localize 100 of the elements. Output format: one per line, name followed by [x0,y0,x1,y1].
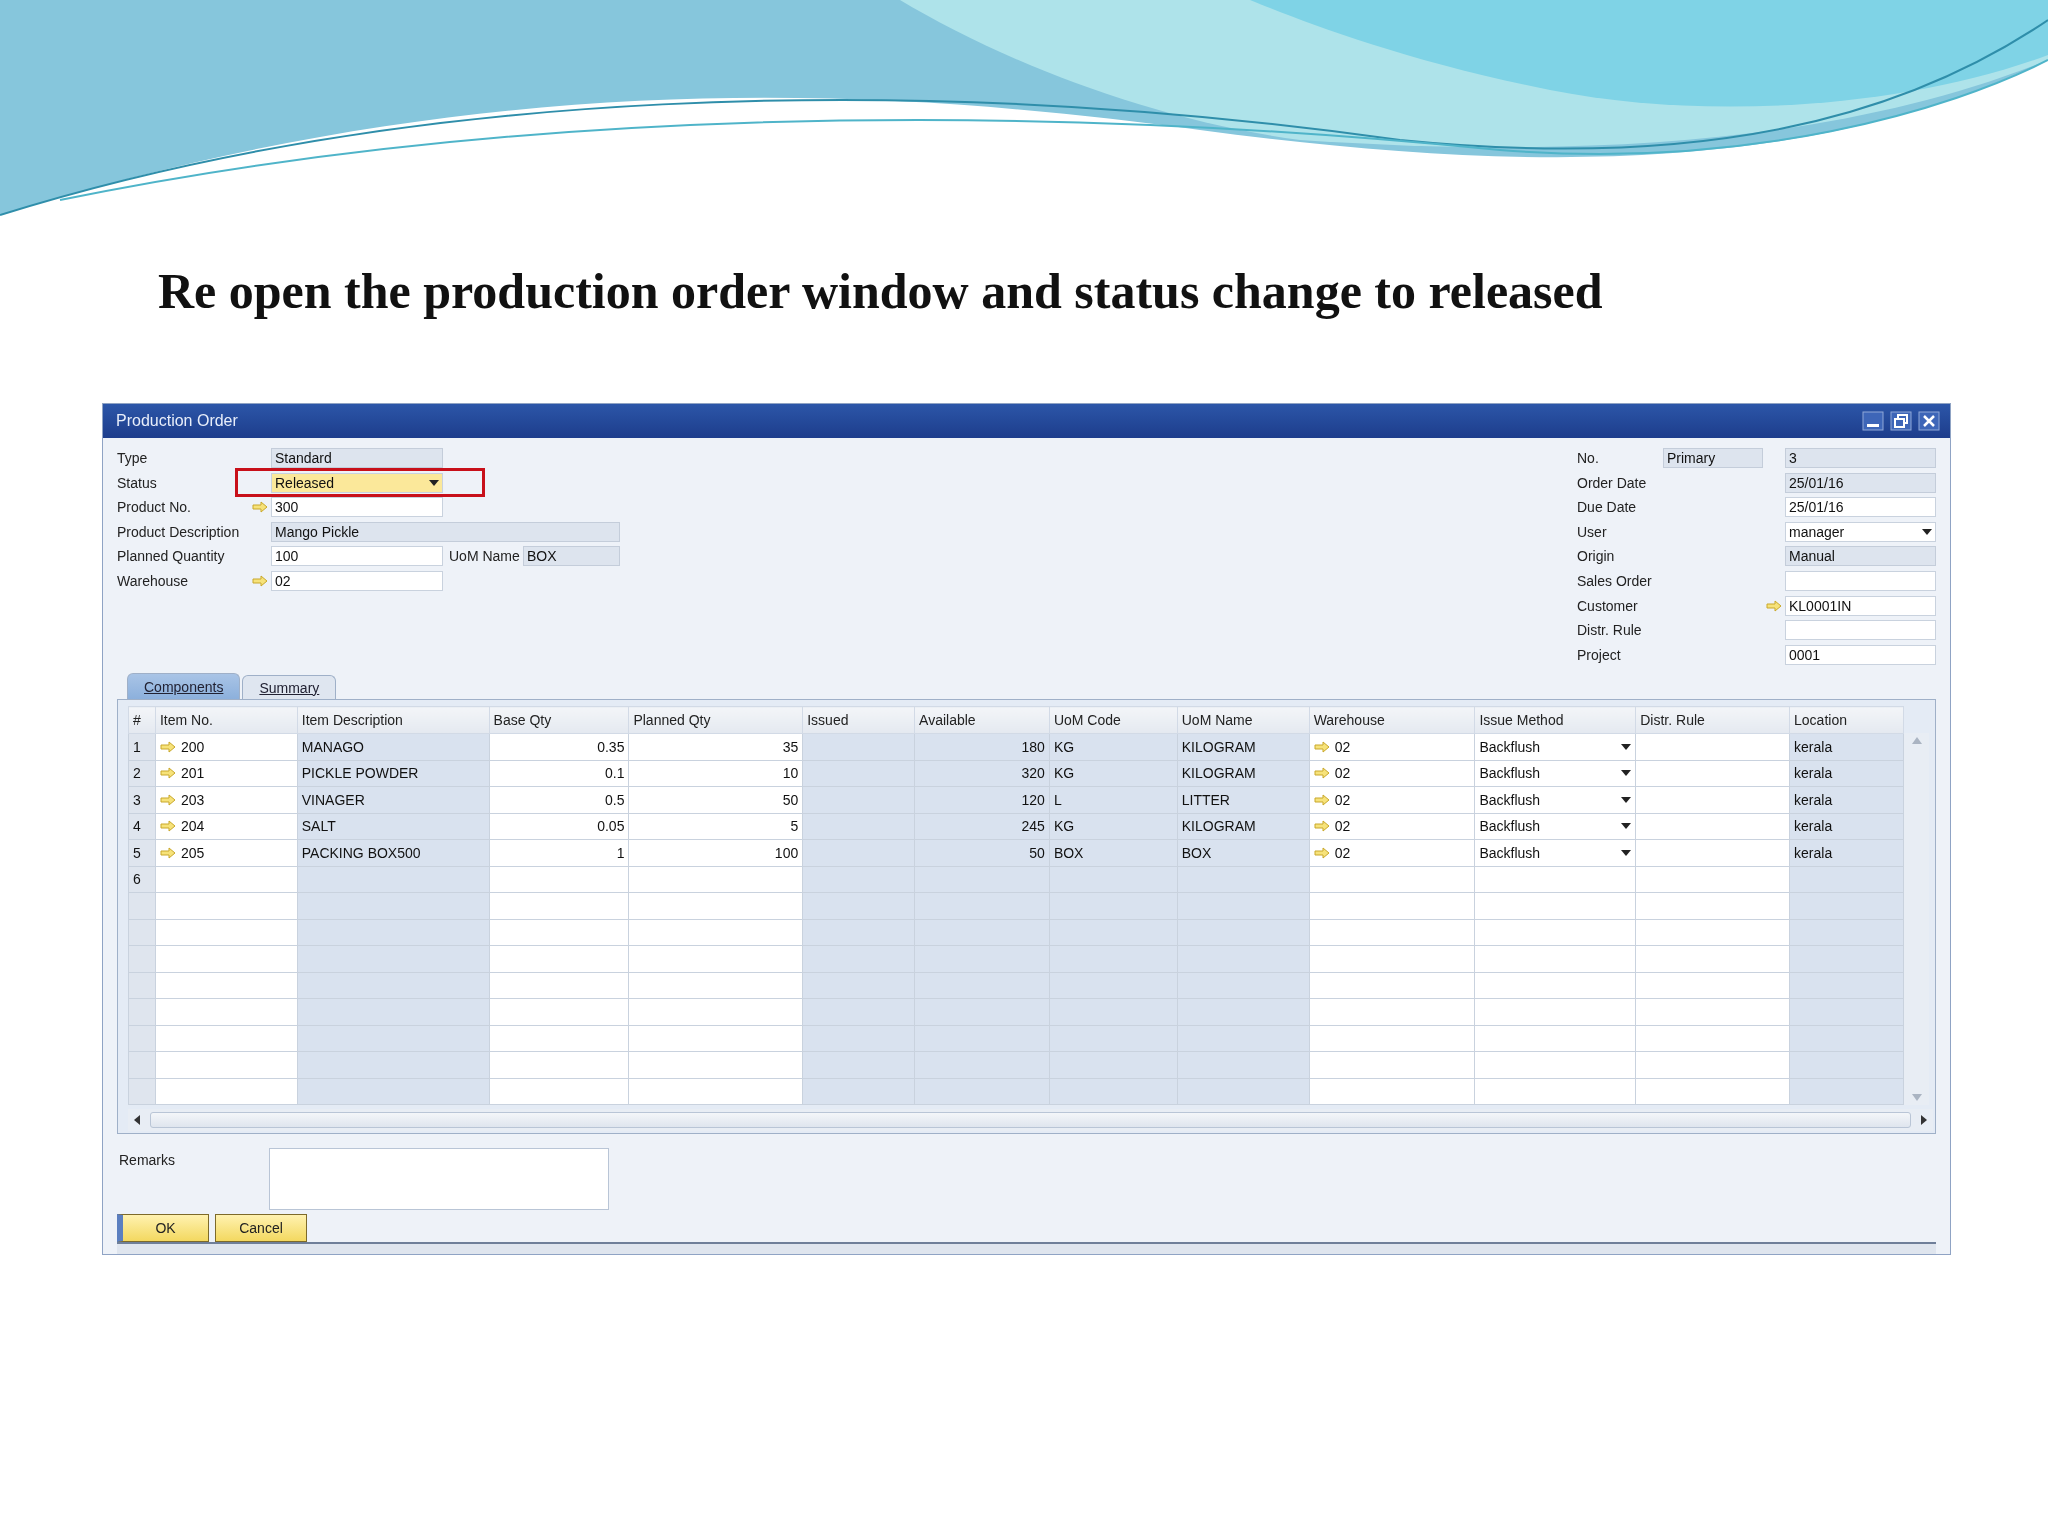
column-header[interactable]: Available [914,706,1050,734]
dropdown-field[interactable]: manager [1785,521,1936,542]
arrow-icon[interactable] [1313,846,1330,859]
arrow-icon[interactable] [1313,767,1330,780]
column-header[interactable]: Base Qty [489,706,629,734]
table-cell: LITTER [1177,786,1310,813]
input-field[interactable]: 02 [271,570,443,591]
table-cell: KILOGRAM [1177,760,1310,787]
field-label: Due Date [1577,499,1638,516]
table-cell: 0.35 [489,733,629,760]
column-header[interactable]: Issue Method [1474,706,1636,734]
dropdown-caret-icon[interactable] [1621,849,1632,856]
table-cell: 0.5 [489,786,629,813]
arrow-icon[interactable] [252,501,268,514]
table-cell: 50 [628,786,803,813]
input-field[interactable] [1785,570,1936,591]
scrollbar-thumb[interactable] [150,1112,1911,1128]
table-cell: 50 [914,839,1050,866]
table-cell: 02 [1309,786,1475,813]
arrow-icon[interactable] [1766,599,1782,612]
tab[interactable]: Components [127,673,241,699]
arrow-icon[interactable] [1313,740,1330,753]
scroll-down-icon[interactable] [1911,1094,1922,1101]
table-cell: Backflush [1474,839,1636,866]
input-field[interactable]: 0001 [1785,644,1936,665]
column-header[interactable]: Distr. Rule [1635,706,1790,734]
table-cell: VINAGER [297,786,490,813]
dropdown-field[interactable]: Released [271,472,443,493]
arrow-icon[interactable] [159,767,176,780]
column-header[interactable]: Item Description [297,706,490,734]
dropdown-caret-icon[interactable] [429,479,439,486]
tab[interactable]: Summary [242,675,337,699]
field-label: Status [117,474,158,491]
table-cell: 1 [489,839,629,866]
field-label: Product Description [117,523,241,540]
input-field[interactable]: 100 [271,546,443,567]
input-field[interactable]: 300 [271,497,443,518]
field-label: Warehouse [117,572,190,589]
input-field[interactable]: Manual [1785,546,1936,567]
arrow-icon[interactable] [159,846,176,859]
field-label: User [1577,523,1608,540]
column-header[interactable]: Item No. [155,706,298,734]
ok-button[interactable]: OK [117,1214,209,1242]
series-field[interactable]: Primary [1663,447,1763,468]
table-cell: 0.05 [489,813,629,840]
field-label: UoM Name [449,548,521,565]
input-field[interactable]: Mango Pickle [271,521,620,542]
minimize-icon[interactable] [1862,410,1884,431]
input-field[interactable]: KL0001IN [1785,595,1936,616]
table-cell: 201 [155,760,298,787]
scroll-right-icon[interactable] [1921,1115,1927,1125]
table-cell: PACKING BOX500 [297,839,490,866]
column-header[interactable]: Location [1789,706,1904,734]
dropdown-caret-icon[interactable] [1621,796,1632,803]
column-header[interactable]: Planned Qty [628,706,803,734]
input-field[interactable]: Standard [271,447,443,468]
arrow-icon[interactable] [252,574,268,587]
arrow-icon[interactable] [159,793,176,806]
table-cell: 0.1 [489,760,629,787]
input-field[interactable] [1785,620,1936,641]
field-label: Product No. [117,499,192,516]
table-cell: 35 [628,733,803,760]
input-field[interactable]: BOX [523,546,620,567]
table-cell: Backflush [1474,733,1636,760]
scroll-left-icon[interactable] [134,1115,140,1125]
table-cell: kerala [1789,839,1904,866]
column-header[interactable]: Issued [802,706,915,734]
column-header[interactable]: # [128,706,156,734]
table-cell: kerala [1789,813,1904,840]
table-cell: kerala [1789,733,1904,760]
cancel-button[interactable]: Cancel [215,1214,307,1242]
close-icon[interactable] [1918,410,1940,431]
dropdown-caret-icon[interactable] [1621,823,1632,830]
input-field[interactable]: 25/01/16 [1785,472,1936,493]
window-title: Production Order [116,411,238,430]
dropdown-caret-icon[interactable] [1922,528,1932,535]
input-field[interactable]: 3 [1785,447,1936,468]
column-header[interactable]: Warehouse [1309,706,1475,734]
arrow-icon[interactable] [1313,793,1330,806]
arrow-icon[interactable] [159,820,176,833]
column-header[interactable]: UoM Name [1177,706,1310,734]
arrow-icon[interactable] [159,740,176,753]
row-number: 6 [128,866,156,893]
table-cell: 203 [155,786,298,813]
table-cell: KG [1049,813,1178,840]
table-cell: 10 [628,760,803,787]
arrow-icon[interactable] [1313,820,1330,833]
dropdown-caret-icon[interactable] [1621,743,1632,750]
remarks-field[interactable] [269,1148,609,1210]
table-cell: 02 [1309,839,1475,866]
table-cell: KILOGRAM [1177,813,1310,840]
row-number: 5 [128,839,156,866]
column-header[interactable]: UoM Code [1049,706,1178,734]
dropdown-caret-icon[interactable] [1621,770,1632,777]
table-cell: 205 [155,839,298,866]
field-label: Project [1577,646,1622,663]
field-label: Order Date [1577,474,1648,491]
input-field[interactable]: 25/01/16 [1785,497,1936,518]
scroll-up-icon[interactable] [1911,737,1922,744]
restore-icon[interactable] [1890,410,1912,431]
